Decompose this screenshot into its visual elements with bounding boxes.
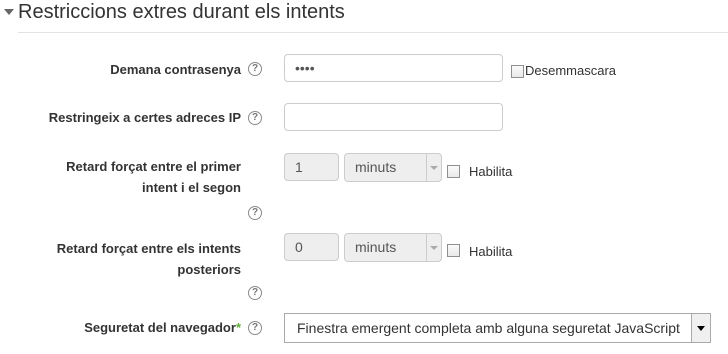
browser-security-label-text: Seguretat del navegador <box>84 320 236 335</box>
delay1-label-line1: Retard forçat entre el primer <box>66 159 241 174</box>
collapse-toggle-icon[interactable] <box>4 9 14 15</box>
help-icon[interactable]: ? <box>248 321 262 335</box>
delay2-value-input[interactable]: 0 <box>284 233 339 261</box>
chevron-down-icon[interactable] <box>691 314 710 342</box>
delay1-value-input[interactable]: 1 <box>284 153 339 181</box>
chevron-down-icon <box>426 154 441 181</box>
password-input[interactable]: •••• <box>284 54 503 82</box>
delay2-unit-select[interactable]: minuts <box>344 233 442 262</box>
delay1-label-line2: intent i el segon <box>142 180 241 195</box>
delay2-unit-value: minuts <box>355 239 397 255</box>
unmask-label: Desemmascara <box>525 63 617 78</box>
section-divider <box>18 32 728 33</box>
ip-input[interactable] <box>284 103 503 131</box>
ip-label: Restringeix a certes adreces IP <box>48 110 241 125</box>
password-label: Demana contrasenya <box>110 62 241 77</box>
help-icon[interactable]: ? <box>248 111 262 125</box>
browser-security-select[interactable]: Finestra emergent completa amb alguna se… <box>284 313 711 343</box>
help-icon[interactable]: ? <box>248 286 262 300</box>
help-icon[interactable]: ? <box>248 206 262 220</box>
browser-security-value: Finestra emergent completa amb alguna se… <box>297 320 680 336</box>
delay2-label-line1: Retard forçat entre els intents <box>56 241 241 256</box>
required-mark: * <box>235 320 241 335</box>
delay2-label-line2: posteriors <box>177 262 241 277</box>
browser-security-label: Seguretat del navegador* <box>84 317 241 338</box>
delay1-enable-checkbox[interactable] <box>447 165 460 178</box>
delay1-unit-select[interactable]: minuts <box>344 153 442 182</box>
delay1-unit-value: minuts <box>355 159 397 175</box>
delay2-enable-checkbox[interactable] <box>447 244 460 257</box>
section-header[interactable]: Restriccions extres durant els intents <box>0 0 728 34</box>
section-title: Restriccions extres durant els intents <box>18 1 345 23</box>
chevron-down-icon <box>426 234 441 261</box>
delay2-enable-label: Habilita <box>469 244 513 259</box>
unmask-checkbox[interactable] <box>511 65 524 78</box>
help-icon[interactable]: ? <box>248 62 262 76</box>
delay1-enable-label: Habilita <box>469 164 513 179</box>
